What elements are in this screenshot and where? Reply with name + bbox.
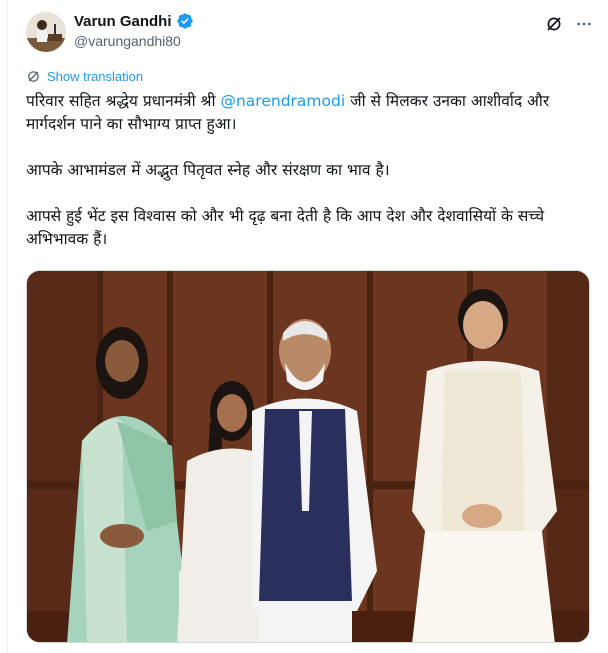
more-icon[interactable] xyxy=(574,14,594,34)
grok-glyph xyxy=(547,17,561,31)
tweet-top-actions xyxy=(544,14,594,34)
tweet: Varun Gandhi @varungandhi80 Show transla… xyxy=(8,0,608,653)
tweet-photo[interactable] xyxy=(26,270,590,643)
mention-link[interactable]: @narendramodi xyxy=(220,92,345,110)
timeline-rail xyxy=(0,0,8,653)
tweet-text: परिवार सहित श्रद्धेय प्रधानमंत्री श्री @… xyxy=(26,90,586,274)
avatar[interactable] xyxy=(26,12,66,52)
tweet-text-part: परिवार सहित श्रद्धेय प्रधानमंत्री श्री xyxy=(26,92,221,110)
author-handle[interactable]: @varungandhi80 xyxy=(74,33,181,49)
show-translation-label: Show translation xyxy=(47,69,144,84)
tweet-paragraph-2: आपके आभामंडल में अद्भुत पितृवत स्नेह और … xyxy=(26,161,390,179)
author-row: Varun Gandhi xyxy=(74,12,194,30)
more-glyph xyxy=(577,22,591,26)
grok-icon[interactable] xyxy=(544,14,564,34)
avatar-image xyxy=(26,12,66,52)
verified-badge-icon xyxy=(176,13,193,29)
translate-icon xyxy=(28,71,39,82)
tweet-paragraph-1: परिवार सहित श्रद्धेय प्रधानमंत्री श्री @… xyxy=(26,90,586,136)
photo-image xyxy=(27,271,589,642)
show-translation-button[interactable]: Show translation xyxy=(26,69,143,84)
tweet-paragraph-3: आपसे हुई भेंट इस विश्वास को और भी दृढ़ ब… xyxy=(26,207,545,248)
author-name[interactable]: Varun Gandhi xyxy=(74,13,172,30)
